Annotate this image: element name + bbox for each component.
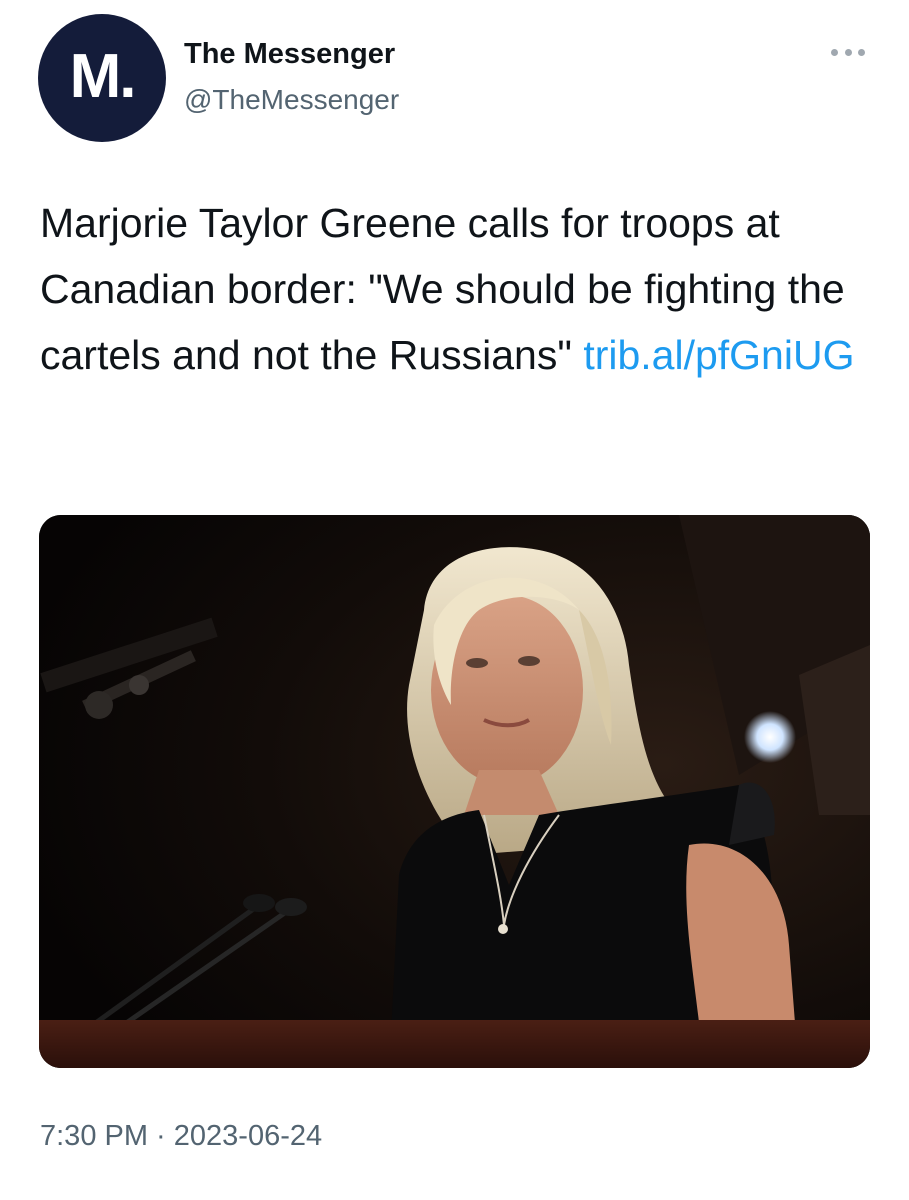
tweet-link[interactable]: trib.al/pfGniUG xyxy=(583,332,854,378)
user-handle[interactable]: @TheMessenger xyxy=(184,84,399,116)
avatar[interactable]: M. xyxy=(38,14,166,142)
tweet-photo[interactable] xyxy=(39,515,870,1068)
avatar-logo-text: M. xyxy=(69,41,137,111)
display-name[interactable]: The Messenger xyxy=(184,38,395,71)
tweet-timestamp[interactable]: 7:30 PM · 2023-06-24 xyxy=(40,1120,322,1153)
more-horizontal-icon[interactable] xyxy=(831,40,865,64)
tweet-text: Marjorie Taylor Greene calls for troops … xyxy=(40,190,880,388)
tweet-card: M. The Messenger @TheMessenger Marjorie … xyxy=(0,0,909,1200)
photo-illustration xyxy=(39,515,870,1068)
